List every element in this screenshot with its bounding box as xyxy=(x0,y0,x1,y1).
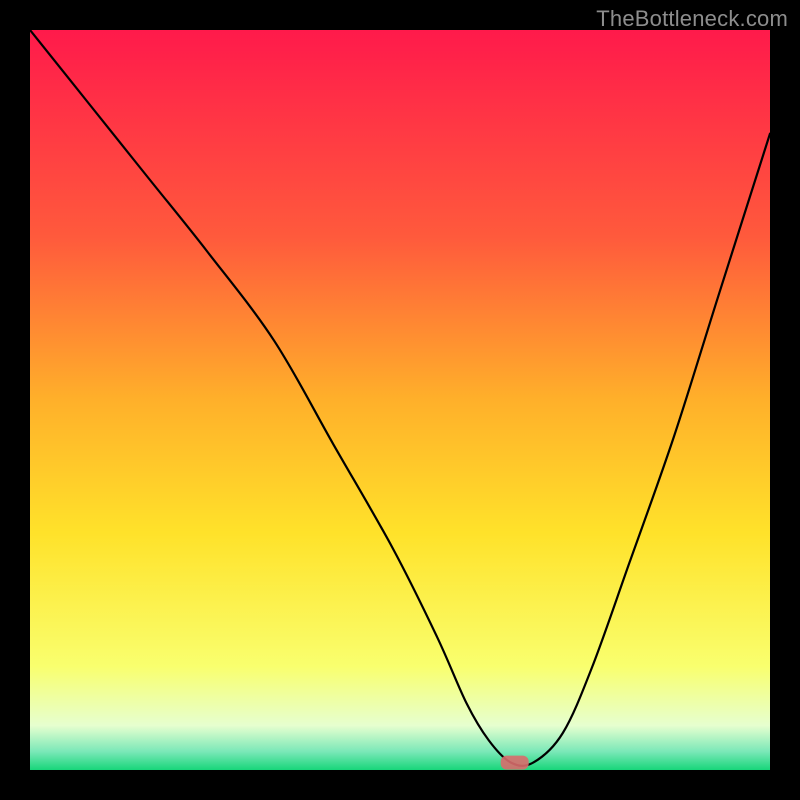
chart-svg xyxy=(30,30,770,770)
chart-frame: TheBottleneck.com xyxy=(0,0,800,800)
watermark-text: TheBottleneck.com xyxy=(596,6,788,32)
gradient-background xyxy=(30,30,770,770)
optimal-marker xyxy=(501,756,529,770)
plot-area xyxy=(30,30,770,770)
